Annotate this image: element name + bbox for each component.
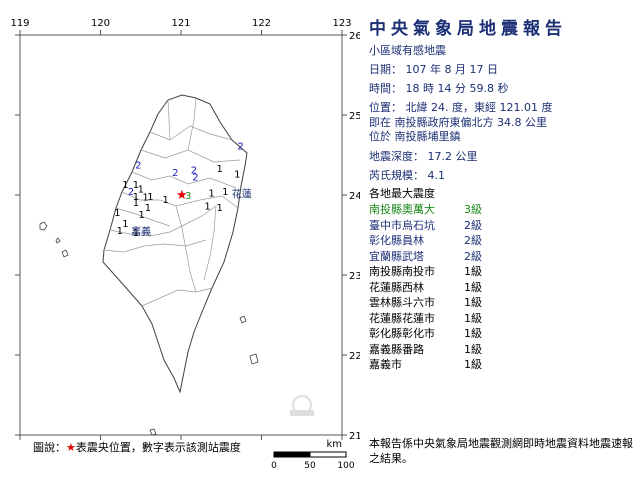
map-legend: 圖說：★表震央位置，數字表示該測站震度 (33, 439, 241, 455)
intensity-marker: 1 (122, 219, 128, 230)
report-location-coords: 位置： 北緯 24. 度，東經 121.01 度 (369, 101, 553, 114)
intensity-marker: 1 (222, 187, 228, 198)
station-name: 彰化縣彰化市 (369, 327, 435, 340)
max-intensity-heading: 各地最大震度 (369, 187, 435, 200)
station-name: 彰化縣員林 (369, 234, 424, 247)
intensity-marker: 1 (145, 203, 151, 214)
lat-tick-label: 23 (349, 271, 360, 282)
intensity-marker: 1 (216, 164, 222, 175)
intensity-marker: 1 (147, 192, 153, 203)
station-row: 花蓮縣花蓮市 1級 (369, 310, 482, 326)
intensity-marker: 1 (122, 180, 128, 191)
station-name: 嘉義市 (369, 358, 402, 371)
station-intensity: 3級 (464, 203, 482, 216)
lat-tick-label: 25 (349, 111, 360, 122)
lat-tick-label: 22 (349, 351, 360, 362)
report-title: 中央氣象局地震報告 (369, 19, 567, 39)
station-intensity: 1級 (464, 265, 482, 278)
lon-tick-label: 121 (171, 18, 190, 29)
report-location-town: 位於 南投縣埔里鎮 (369, 130, 461, 143)
intensity-marker: 1 (208, 189, 214, 200)
intensity-marker: 1 (133, 198, 139, 209)
station-row: 宜蘭縣武塔 2級 (369, 248, 482, 264)
station-name: 雲林縣斗六市 (369, 296, 435, 309)
lat-tick-label: 26 (349, 31, 360, 42)
lon-tick-label: 120 (91, 18, 110, 29)
station-row: 雲林縣斗六市 1級 (369, 294, 482, 310)
intensity-marker: 2 (172, 168, 178, 179)
lon-tick-label: 122 (252, 18, 271, 29)
station-row: 南投縣南投市 1級 (369, 263, 482, 279)
station-name: 花蓮縣花蓮市 (369, 311, 435, 325)
lon-tick-label: 123 (332, 18, 351, 29)
station-name: 宜蘭縣武塔 (369, 249, 424, 263)
earthquake-map: 119 120 121 122 123262524232221 花蓮嘉義 22 2222 3… (10, 18, 360, 471)
scale-tick-label: 100 (337, 461, 354, 471)
intensity-marker: 1 (163, 195, 169, 206)
intensity-marker: 1 (216, 203, 222, 214)
intensity-marker: 1 (117, 226, 123, 237)
station-row: 彰化縣彰化市 1級 (369, 325, 482, 341)
epicenter-star-icon: ★ (176, 188, 188, 203)
intensity-marker: 2 (237, 141, 243, 152)
station-name: 南投縣南投市 (369, 265, 435, 278)
station-row: 嘉義縣番路 1級 (369, 341, 482, 357)
legend-prefix: 圖說： (33, 441, 66, 454)
station-name: 南投縣奧萬大 (369, 203, 435, 216)
lat-tick-label: 24 (349, 191, 360, 202)
station-name: 花蓮縣西林 (369, 280, 424, 294)
place-label: 花蓮 (232, 187, 252, 200)
intensity-marker: 1 (114, 208, 120, 219)
intensity-marker: 1 (204, 201, 210, 212)
scale-bar-black (273, 451, 311, 458)
station-row: 彰化縣員林 2級 (369, 232, 482, 248)
report-depth: 地震深度： 17.2 公里 (369, 150, 478, 163)
intensity-marker: 1 (133, 228, 139, 239)
station-name: 臺中市烏石坑 (369, 218, 435, 232)
scale-bar: km 0 50 100 (271, 439, 355, 471)
station-intensity: 1級 (464, 358, 482, 371)
intensity-marker: 2 (135, 161, 141, 172)
intensity-marker: 1 (234, 169, 240, 180)
station-intensity: 1級 (464, 342, 482, 356)
station-name: 嘉義縣番路 (369, 342, 424, 356)
station-intensity: 1級 (464, 280, 482, 294)
intensity-marker: 1 (138, 210, 144, 221)
station-intensity: 2級 (464, 218, 482, 232)
legend-star-icon: ★ (66, 441, 76, 454)
lon-tick-label: 119 (10, 18, 29, 29)
legend-text: 表震央位置，數字表示該測站震度 (75, 441, 241, 454)
lat-tick-label: 21 (349, 431, 360, 442)
scale-tick-label: 50 (304, 461, 316, 471)
station-row: 臺中市烏石坑 2級 (369, 217, 482, 233)
station-intensity: 1級 (464, 327, 482, 340)
station-row: 花蓮縣西林 1級 (369, 279, 482, 295)
intensity-marker: 2 (192, 173, 198, 184)
report-time: 時間： 18 時 14 分 59.8 秒 (369, 82, 509, 95)
station-intensity: 2級 (464, 234, 482, 247)
station-row: 南投縣奧萬大 3級 (369, 201, 482, 217)
station-intensity: 1級 (464, 311, 482, 325)
report-magnitude: 芮氏規模： 4.1 (369, 169, 445, 182)
scale-tick-label: 0 (271, 461, 277, 471)
station-intensity: 1級 (464, 296, 482, 309)
report-footer: 本報告係中央氣象局地震觀測網即時地震資料地震速報之結果。 (369, 437, 633, 465)
scale-unit-label: km (326, 439, 342, 450)
station-intensity: 2級 (464, 249, 482, 263)
report-date: 日期： 107 年 8 月 17 日 (369, 63, 498, 76)
report-subtitle: 小區域有感地震 (369, 44, 446, 57)
station-row: 嘉義市 1級 (369, 356, 482, 372)
scale-bar-white (309, 451, 347, 458)
